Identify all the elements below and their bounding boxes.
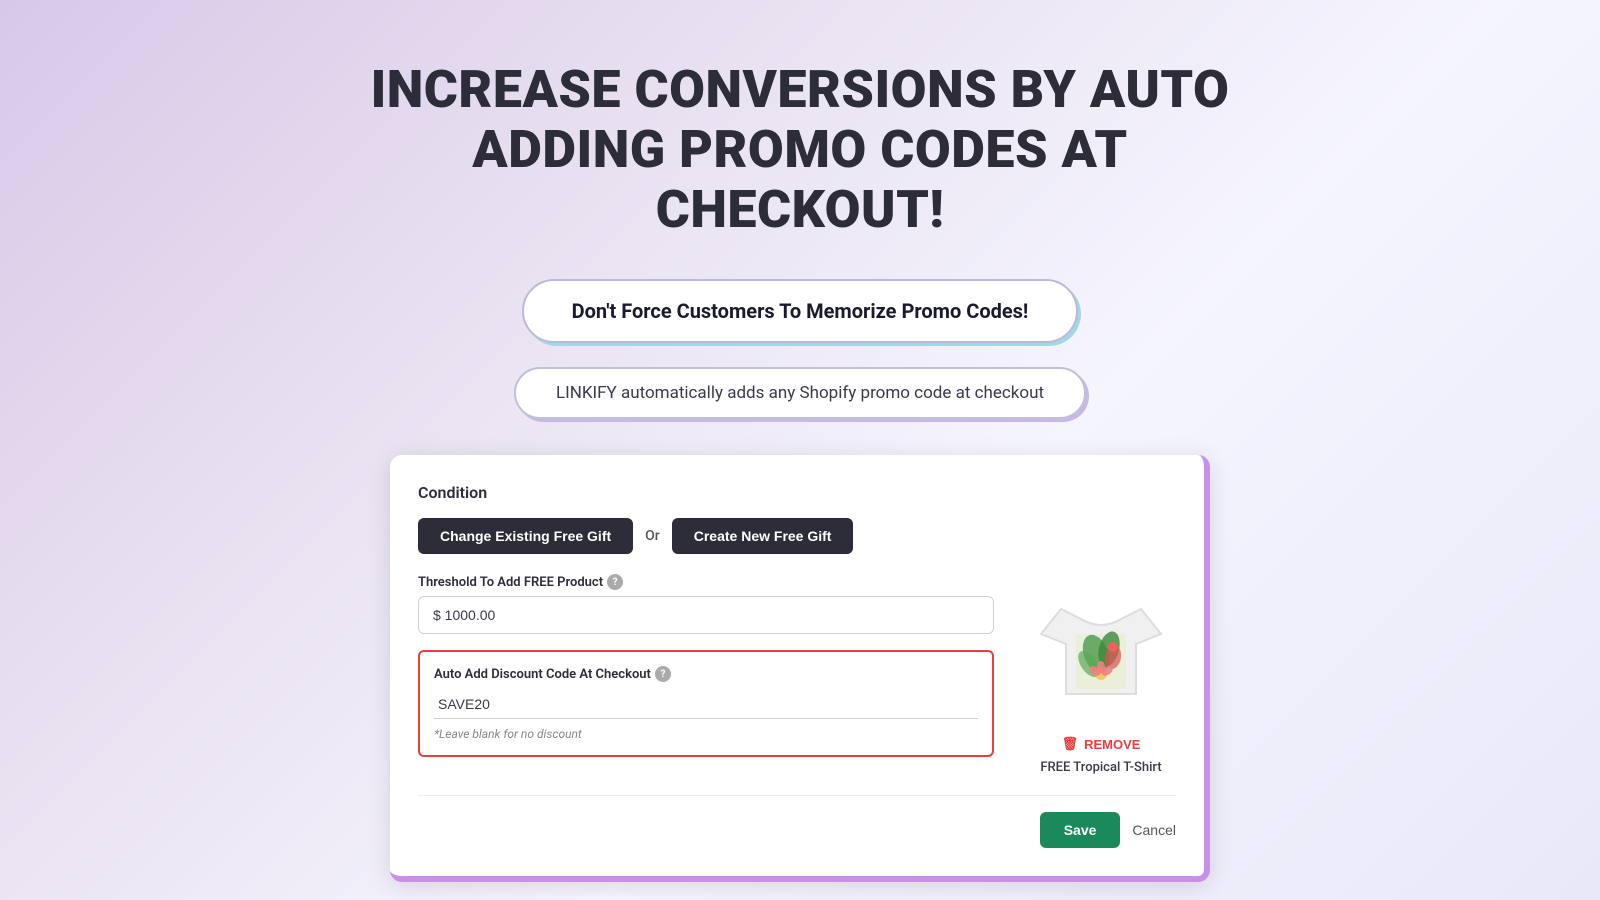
product-image-container [1026,574,1176,724]
card-footer: Save Cancel [418,795,1176,848]
tshirt-svg [1031,579,1171,719]
trash-icon: 🗑 [1062,736,1079,752]
threshold-input[interactable] [418,596,994,634]
change-existing-button[interactable]: Change Existing Free Gift [418,518,633,554]
condition-section: Condition Change Existing Free Gift Or C… [418,483,1176,554]
product-name: FREE Tropical T-Shirt [1040,760,1161,775]
discount-section: Auto Add Discount Code At Checkout ? *Le… [418,650,994,757]
form-left: Threshold To Add FREE Product ? Auto Add… [418,574,994,757]
discount-code-input[interactable] [434,690,978,719]
button-group: Change Existing Free Gift Or Create New … [418,518,1176,554]
discount-hint: *Leave blank for no discount [434,727,978,741]
form-layout: Threshold To Add FREE Product ? Auto Add… [418,574,1176,775]
save-button[interactable]: Save [1040,812,1121,848]
headline: INCREASE CONVERSIONS BY AUTO ADDING PROM… [350,60,1250,279]
pill-secondary: LINKIFY automatically adds any Shopify p… [514,367,1086,419]
threshold-field-label: Threshold To Add FREE Product ? [418,574,994,590]
threshold-help-icon: ? [607,574,623,590]
pill-primary: Don't Force Customers To Memorize Promo … [522,279,1079,343]
form-right: 🗑 REMOVE FREE Tropical T-Shirt [1026,574,1176,775]
remove-button[interactable]: 🗑 REMOVE [1062,736,1141,752]
discount-field-label: Auto Add Discount Code At Checkout ? [434,666,978,682]
or-separator: Or [645,528,660,544]
main-card: Condition Change Existing Free Gift Or C… [390,455,1210,882]
create-new-button[interactable]: Create New Free Gift [672,518,854,554]
condition-label: Condition [418,483,1176,502]
discount-help-icon: ? [655,666,671,682]
cancel-button[interactable]: Cancel [1132,822,1176,838]
